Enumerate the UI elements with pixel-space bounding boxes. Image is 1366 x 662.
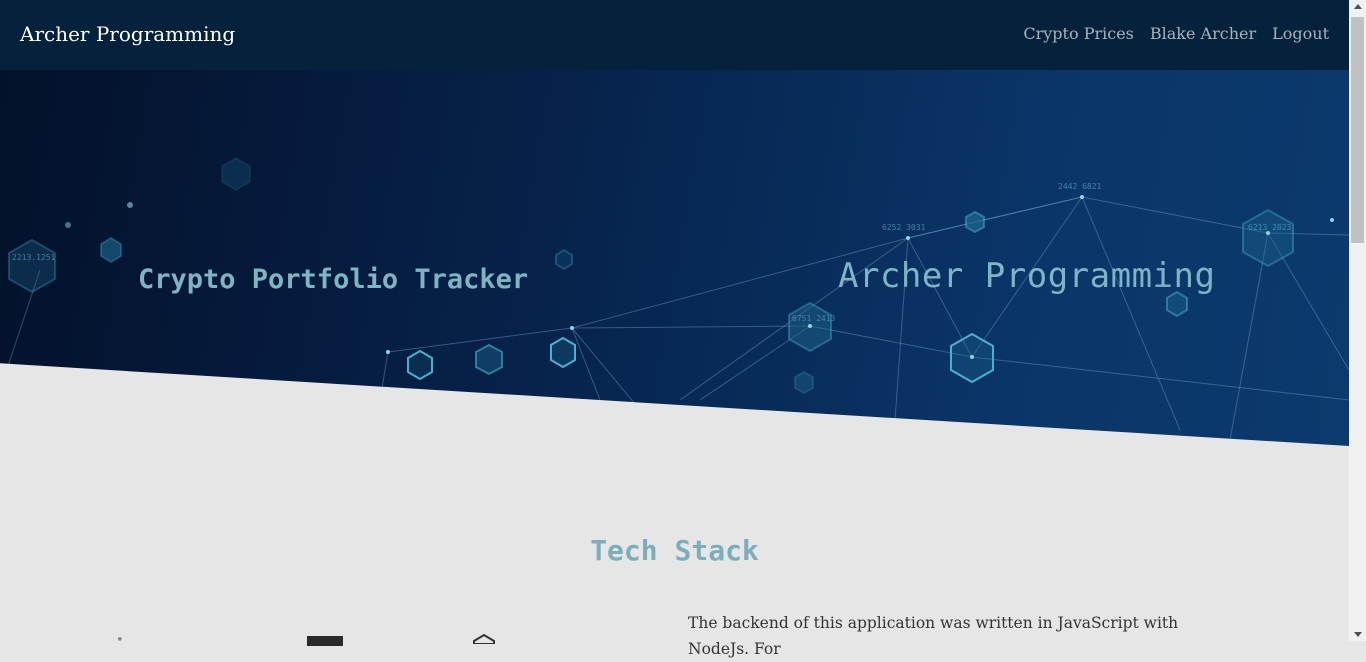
top-navbar: Archer Programming Crypto Prices Blake A…: [0, 0, 1349, 70]
digits-text: 6213 2023: [1248, 223, 1292, 232]
hero-left-title: Crypto Portfolio Tracker: [138, 264, 529, 295]
tech-stack-title: Tech Stack: [590, 534, 759, 567]
nav-link-user-profile[interactable]: Blake Archer: [1150, 22, 1256, 46]
scroll-down-icon[interactable]: [1354, 632, 1362, 637]
digits-text: 2213.1251: [12, 253, 56, 262]
hero-right-title: Archer Programming: [838, 256, 1216, 296]
digits-text: 6751 2413: [792, 314, 836, 323]
nav-link-crypto-prices[interactable]: Crypto Prices: [1023, 22, 1134, 46]
digits-text: 2442 6821: [1058, 182, 1102, 191]
scroll-thumb[interactable]: [1351, 17, 1364, 243]
nodejs-hex-icon: [473, 634, 495, 644]
scroll-up-icon[interactable]: [1354, 4, 1362, 9]
nav-link-logout[interactable]: Logout: [1272, 22, 1329, 46]
tech-stack-description: The backend of this application was writ…: [688, 614, 1179, 658]
nav-links: Crypto Prices Blake Archer Logout: [1023, 22, 1329, 46]
digits-text: 6252 3031: [882, 223, 926, 232]
hero-banner: 2213.1251 2442 6821 6252 3031 6751 2413 …: [0, 70, 1349, 446]
tech-logo-icon: [307, 636, 343, 646]
page-scrollbar[interactable]: [1349, 0, 1366, 641]
brand-link[interactable]: Archer Programming: [20, 20, 235, 48]
